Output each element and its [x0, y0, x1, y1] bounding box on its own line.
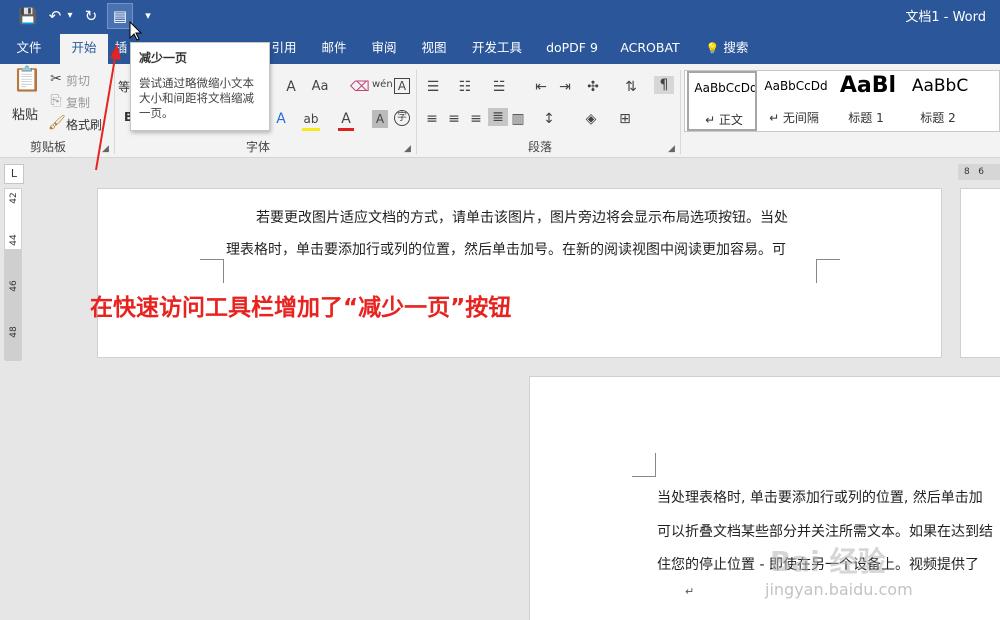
baidu-watermark-logo: Bai 经验: [770, 545, 886, 578]
ruler-tick: 48: [9, 326, 19, 338]
tab-selector[interactable]: L: [4, 164, 24, 184]
horizontal-ruler-fragment: 8 6: [958, 164, 1000, 180]
vertical-ruler: 42 44 46 48: [4, 188, 22, 361]
ruler-tick: 46: [9, 280, 19, 292]
page1-line2: 理表格时，单击要添加行或列的位置，然后单击加号。在新的阅读视图中阅读更加容易。可: [226, 242, 786, 258]
red-arrow-head: [110, 44, 121, 60]
mouse-cursor-icon: [129, 20, 143, 41]
page-1[interactable]: 若要更改图片适应文档的方式，请单击该图片，图片旁边将会显示布局选项按钮。当处 理…: [97, 188, 942, 358]
ruler-margin-area: [5, 249, 21, 361]
ruler-tick: 44: [9, 234, 19, 246]
crop-mark: [632, 453, 656, 477]
ruler-tick: 42: [9, 192, 19, 204]
crop-mark: [200, 259, 224, 283]
page2-line2: 可以折叠文档某些部分并关注所需文本。如果在达到结: [657, 524, 993, 540]
page1-line1: 若要更改图片适应文档的方式，请单击该图片，图片旁边将会显示布局选项按钮。当处: [256, 210, 788, 226]
baidu-watermark-url: jingyan.baidu.com: [765, 580, 913, 599]
red-arrow-line: [95, 51, 117, 171]
page-1-neighbor[interactable]: [960, 188, 1000, 358]
annotation-text: 在快速访问工具栏增加了“减少一页”按钮: [90, 295, 512, 321]
page2-line1: 当处理表格时, 单击要添加行或列的位置, 然后单击加: [657, 490, 983, 506]
paragraph-mark: ↵: [685, 585, 695, 598]
crop-mark: [816, 259, 840, 283]
